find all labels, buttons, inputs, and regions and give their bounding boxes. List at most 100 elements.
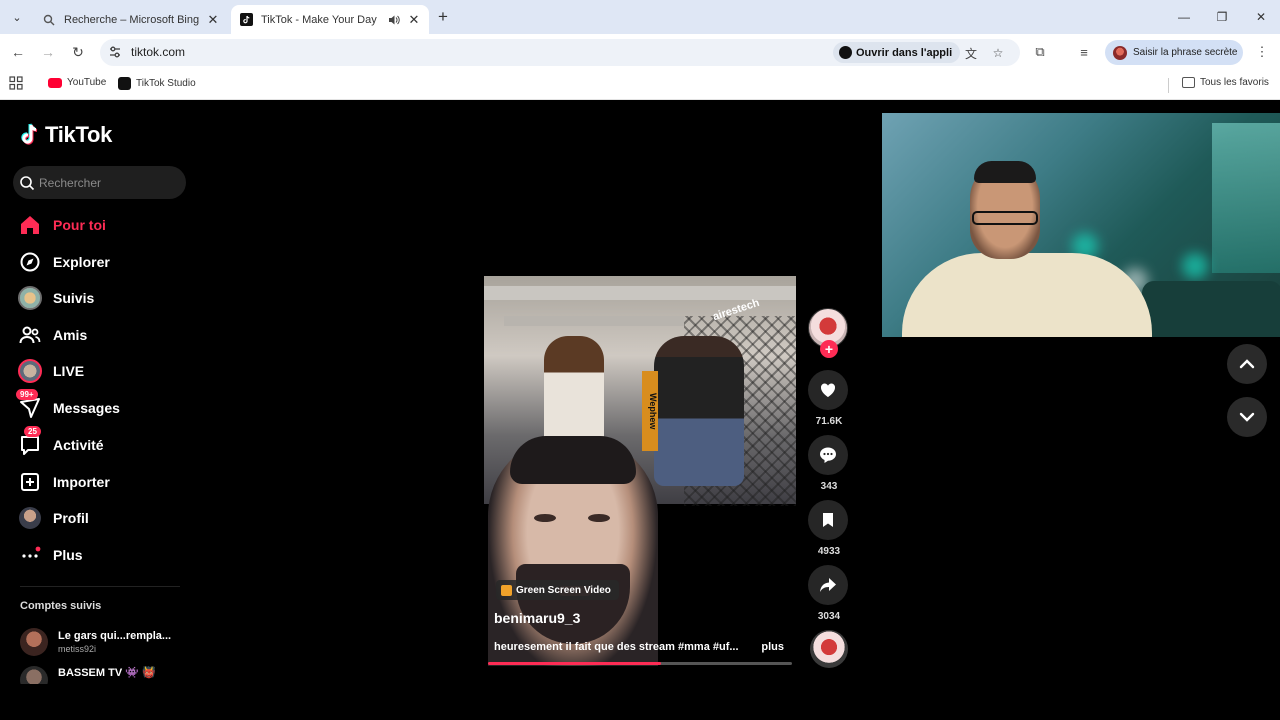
- forward-arrow-icon[interactable]: →: [38, 42, 58, 62]
- passphrase-label: Saisir la phrase secrète: [1133, 47, 1238, 58]
- nav-label: Importer: [53, 474, 110, 490]
- friends-icon: [18, 323, 42, 347]
- all-favorites-button[interactable]: Tous les favoris: [1182, 77, 1269, 88]
- bookmark-button[interactable]: [808, 500, 848, 540]
- like-count: 71.6K: [815, 416, 843, 427]
- streamer-body: [902, 253, 1152, 337]
- fighter-man: [654, 336, 744, 486]
- like-button[interactable]: [808, 370, 848, 410]
- nav-explore[interactable]: Explorer: [18, 247, 188, 277]
- followed-account[interactable]: Le gars qui...rempla... metiss92i: [20, 628, 171, 656]
- effect-icon: [501, 584, 512, 596]
- account-avatar: [20, 666, 48, 684]
- nav-label: Activité: [53, 437, 104, 453]
- caption-more-link[interactable]: plus: [761, 641, 784, 653]
- follow-plus-icon[interactable]: +: [820, 340, 838, 358]
- chevron-down-icon: [1239, 412, 1255, 422]
- open-in-app-button[interactable]: Ouvrir dans l'appli: [833, 42, 961, 63]
- account-name: BASSEM TV 👾 👹: [58, 667, 156, 679]
- tab-title: Recherche – Microsoft Bing: [64, 13, 200, 26]
- room-light: [1182, 253, 1208, 279]
- next-video-button[interactable]: [1227, 397, 1267, 437]
- chevron-up-icon: [1239, 359, 1255, 369]
- media-controls-icon[interactable]: ≡: [1075, 43, 1093, 61]
- tab-tiktok[interactable]: TikTok - Make Your Day ✕: [231, 5, 429, 34]
- home-icon: [18, 213, 42, 237]
- bookmark-tiktok-studio[interactable]: TikTok Studio: [118, 77, 196, 90]
- translate-icon[interactable]: 文: [962, 44, 980, 62]
- extensions-icon[interactable]: ⧉: [1031, 43, 1049, 61]
- nav-label: Profil: [53, 510, 89, 526]
- room-sofa: [1142, 281, 1280, 337]
- nav-activity[interactable]: 25 Activité: [18, 426, 188, 460]
- music-disc-icon[interactable]: [810, 630, 848, 668]
- video-player[interactable]: airestech Wephew Green Screen Video beni…: [484, 276, 796, 666]
- previous-video-button[interactable]: [1227, 344, 1267, 384]
- url-text: tiktok.com: [131, 45, 186, 59]
- creator-hair: [510, 436, 636, 484]
- site-info-icon[interactable]: [108, 45, 124, 61]
- streamer-hair: [974, 161, 1036, 183]
- tab-search-chevron-icon[interactable]: ⌄: [6, 7, 28, 27]
- nav-label: Plus: [53, 547, 83, 563]
- close-window-icon[interactable]: ✕: [1249, 6, 1273, 28]
- search-box[interactable]: [13, 166, 186, 199]
- effect-label: Green Screen Video: [516, 584, 611, 596]
- restore-icon[interactable]: ❐: [1210, 6, 1234, 28]
- inbox-icon: 25: [18, 426, 42, 457]
- kebab-menu-icon[interactable]: ⋮: [1253, 43, 1271, 61]
- speaker-icon[interactable]: [385, 11, 403, 29]
- apps-grid-icon[interactable]: [9, 76, 23, 90]
- tiktok-logo[interactable]: TikTok: [19, 122, 112, 148]
- nav-friends[interactable]: Amis: [18, 320, 188, 350]
- comment-button[interactable]: [808, 435, 848, 475]
- video-caption: heuresement il fait que des stream #mma …: [494, 641, 784, 653]
- tab-bing[interactable]: Recherche – Microsoft Bing ✕: [32, 5, 228, 34]
- passphrase-button[interactable]: Saisir la phrase secrète: [1105, 40, 1243, 65]
- search-icon: [20, 175, 35, 190]
- room-window: [1212, 123, 1280, 273]
- star-icon[interactable]: ☆: [989, 44, 1007, 62]
- video-progress-fill: [488, 662, 662, 665]
- reload-icon[interactable]: ↻: [68, 42, 88, 62]
- video-progress-bar[interactable]: [488, 662, 792, 665]
- back-arrow-icon[interactable]: ←: [8, 42, 28, 62]
- close-tab-icon[interactable]: ✕: [204, 11, 222, 29]
- bookmark-youtube[interactable]: YouTube: [48, 77, 106, 88]
- following-avatar-icon: [18, 286, 42, 310]
- video-author[interactable]: benimaru9_3: [494, 610, 580, 626]
- address-bar[interactable]: tiktok.com Ouvrir dans l'appli 文 ☆: [100, 39, 1020, 66]
- search-input[interactable]: [39, 175, 179, 190]
- webcam-overlay: [882, 113, 1280, 337]
- share-button[interactable]: [808, 565, 848, 605]
- share-count: 3034: [817, 611, 841, 622]
- effect-tag[interactable]: Green Screen Video: [496, 580, 619, 600]
- nav-profile[interactable]: Profil: [18, 503, 188, 533]
- youtube-icon: [48, 77, 62, 88]
- nav-live[interactable]: LIVE: [18, 356, 188, 386]
- save-count: 4933: [817, 546, 841, 557]
- account-handle: metiss92i: [58, 644, 97, 654]
- creator-eye: [534, 514, 556, 522]
- nav-upload[interactable]: Importer: [18, 467, 188, 497]
- browser-tab-bar: ⌄ Recherche – Microsoft Bing ✕ TikTok - …: [0, 0, 1280, 34]
- close-tab-icon[interactable]: ✕: [405, 11, 423, 29]
- upload-icon: [18, 470, 42, 494]
- bookmarks-bar: YouTube TikTok Studio Tous les favoris: [0, 70, 1280, 100]
- creator-face: [488, 436, 658, 666]
- new-tab-button[interactable]: +: [433, 7, 453, 27]
- account-name: Le gars qui...rempla...: [58, 630, 172, 642]
- followed-account[interactable]: BASSEM TV 👾 👹: [20, 666, 156, 684]
- nav-for-you[interactable]: Pour toi: [18, 210, 188, 240]
- nav-label: Suivis: [53, 290, 95, 306]
- logo-text: TikTok: [45, 122, 113, 147]
- nav-more[interactable]: Plus: [18, 540, 188, 570]
- nav-messages[interactable]: 99+ Messages: [16, 389, 188, 423]
- tiktok-page: TikTok Pour toi Explorer Suivis Amis LIV…: [0, 101, 1280, 720]
- search-icon: [42, 13, 56, 27]
- more-icon: [18, 543, 42, 567]
- minimize-icon[interactable]: —: [1172, 6, 1196, 28]
- ceiling-beam: [484, 286, 796, 300]
- sidebar-divider: [20, 586, 180, 587]
- nav-following[interactable]: Suivis: [18, 283, 188, 313]
